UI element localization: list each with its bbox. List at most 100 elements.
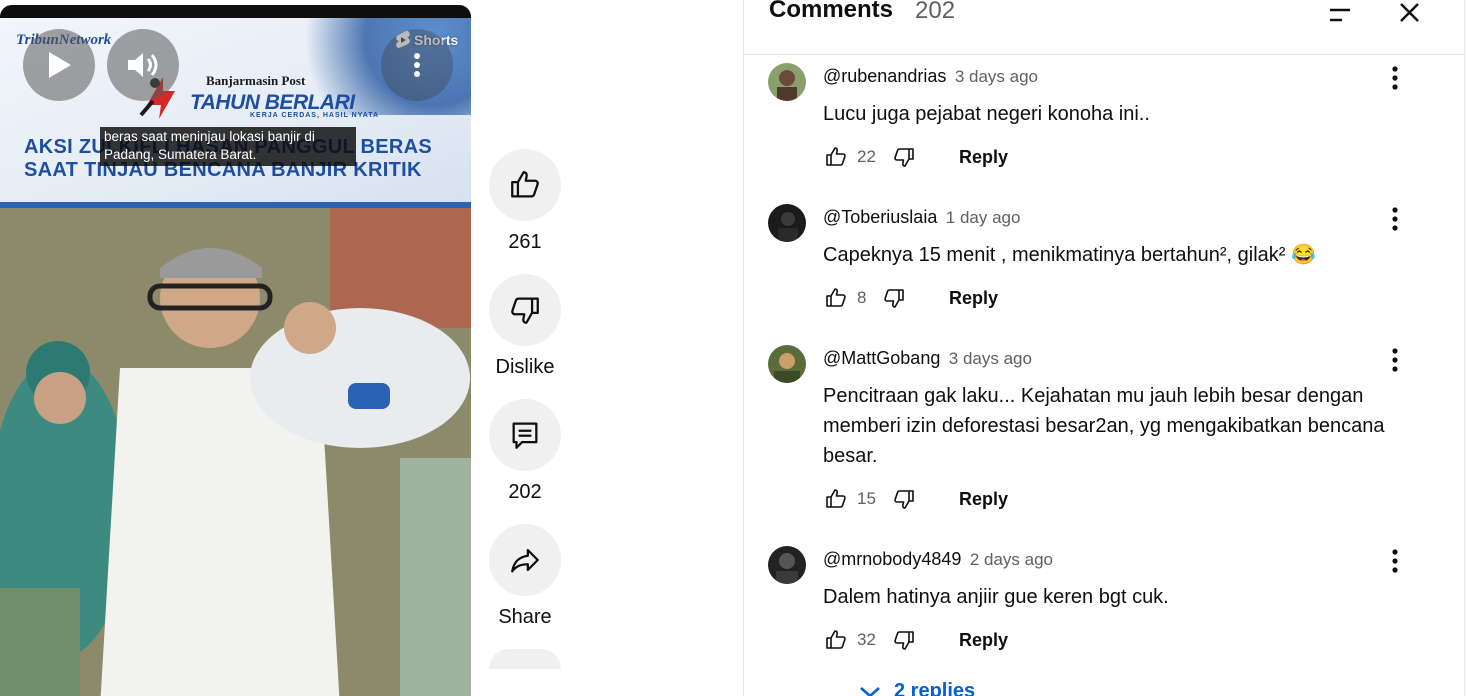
thumb-up-icon	[826, 630, 846, 649]
comment-like-button[interactable]	[823, 486, 849, 512]
avatar[interactable]	[768, 546, 806, 584]
more-vertical-icon	[414, 53, 420, 77]
thumb-up-icon	[826, 489, 846, 508]
comment-menu-button[interactable]	[1380, 546, 1410, 576]
comment-time[interactable]: 3 days ago	[949, 349, 1032, 368]
video-player[interactable]: TribunNetwork Banjarmasin Post TAHUN BER…	[0, 5, 471, 696]
comments-button[interactable]: 202	[489, 399, 561, 504]
comment-menu-button[interactable]	[1380, 204, 1410, 234]
banner-subtag: KERJA CERDAS, HASIL NYATA	[250, 112, 380, 119]
comment-menu-button[interactable]	[1380, 345, 1410, 375]
comment-author[interactable]: @Toberiuslaia	[823, 207, 937, 227]
comment-header: @Toberiuslaia 1 day ago	[823, 207, 1020, 228]
comment-menu-button[interactable]	[1380, 63, 1410, 93]
share-label: Share	[498, 606, 552, 628]
like-circle[interactable]	[489, 149, 561, 221]
view-replies-label: 2 replies	[894, 680, 976, 696]
reply-button[interactable]: Reply	[949, 288, 998, 309]
comment-header: @MattGobang 3 days ago	[823, 348, 1032, 369]
thumb-down-icon	[894, 148, 914, 167]
comment-like-button[interactable]	[823, 144, 849, 170]
comment-text: Capeknya 15 menit , menikmatinya bertahu…	[823, 244, 1316, 266]
comment-dislike-button[interactable]	[891, 486, 917, 512]
comment-time[interactable]: 1 day ago	[946, 208, 1021, 227]
comment-actions: 8 Reply	[823, 284, 998, 312]
thumb-down-icon	[511, 297, 539, 324]
dislike-button[interactable]: Dislike	[489, 274, 561, 379]
avatar-image	[768, 204, 806, 242]
comment-actions: 22 Reply	[823, 143, 1008, 171]
thumb-up-icon	[826, 147, 846, 166]
share-circle[interactable]	[489, 524, 561, 596]
reply-button[interactable]: Reply	[959, 630, 1008, 651]
video-scene-image	[0, 208, 471, 696]
comments-total: 202	[915, 0, 956, 24]
comment-time[interactable]: 2 days ago	[970, 550, 1053, 569]
close-icon	[1400, 3, 1419, 22]
reply-button[interactable]: Reply	[959, 147, 1008, 168]
comment-like-count: 15	[857, 489, 876, 508]
comment-time[interactable]: 3 days ago	[955, 67, 1038, 86]
avatar[interactable]	[768, 63, 806, 101]
comments-header: Comments 202	[744, 0, 1464, 55]
reply-button[interactable]: Reply	[959, 489, 1008, 510]
share-icon	[511, 548, 539, 573]
more-vertical-icon	[1392, 66, 1398, 90]
video-caption: beras saat meninjau lokasi banjir di Pad…	[100, 127, 356, 166]
thumb-down-icon	[884, 289, 904, 308]
avatar-image	[768, 546, 806, 584]
comment-like-count: 8	[857, 288, 867, 307]
comment-actions: 15 Reply	[823, 485, 1008, 513]
comment-like-count: 22	[857, 147, 876, 166]
comment-author[interactable]: @MattGobang	[823, 348, 940, 368]
more-vertical-icon	[1392, 549, 1398, 573]
avatar[interactable]	[768, 204, 806, 242]
remix-circle[interactable]	[489, 649, 561, 669]
comment-icon	[512, 422, 538, 449]
view-replies-button[interactable]: 2 replies	[858, 680, 975, 696]
action-bar: 261 Dislike 202 Share	[489, 149, 561, 689]
comments-count: 202	[508, 481, 542, 503]
comments-panel: Comments 202 @rubenandrias 3 days ago Lu…	[743, 0, 1465, 696]
volume-icon	[128, 53, 158, 77]
like-count: 261	[508, 231, 542, 253]
player-top-bar	[0, 5, 471, 18]
sort-icon	[1330, 8, 1350, 22]
thumb-down-icon	[894, 631, 914, 650]
comments-circle[interactable]	[489, 399, 561, 471]
volume-button[interactable]	[107, 29, 179, 101]
comment-like-button[interactable]	[823, 285, 849, 311]
chevron-down-icon	[860, 686, 880, 696]
dislike-circle[interactable]	[489, 274, 561, 346]
sort-button[interactable]	[1322, 0, 1358, 30]
comment-text: Dalem hatinya anjiir gue keren bgt cuk.	[823, 586, 1169, 608]
paper-logo: Banjarmasin Post	[206, 73, 306, 88]
video-frame	[0, 208, 471, 696]
comment-like-button[interactable]	[823, 627, 849, 653]
avatar-image	[768, 63, 806, 101]
comment-dislike-button[interactable]	[891, 627, 917, 653]
comment-header: @rubenandrias 3 days ago	[823, 66, 1038, 87]
like-button[interactable]: 261	[489, 149, 561, 254]
thumb-up-icon	[511, 171, 539, 198]
comment-text: Pencitraan gak laku... Kejahatan mu jauh…	[823, 385, 1385, 467]
comment-like-count: 32	[857, 630, 876, 649]
comments-title: Comments	[769, 0, 894, 23]
close-button[interactable]	[1392, 0, 1428, 30]
comment-author[interactable]: @rubenandrias	[823, 66, 946, 86]
video-more-button[interactable]	[381, 29, 453, 101]
play-icon	[49, 52, 71, 78]
comment-dislike-button[interactable]	[881, 285, 907, 311]
remix-button[interactable]	[489, 649, 561, 669]
comment-author[interactable]: @mrnobody4849	[823, 549, 961, 569]
comment-dislike-button[interactable]	[891, 144, 917, 170]
comment-text: Lucu juga pejabat negeri konoha ini..	[823, 103, 1150, 125]
more-vertical-icon	[1392, 348, 1398, 372]
share-button[interactable]: Share	[489, 524, 561, 629]
dislike-label: Dislike	[495, 356, 555, 378]
play-button[interactable]	[23, 29, 95, 101]
avatar[interactable]	[768, 345, 806, 383]
avatar-image	[768, 345, 806, 383]
more-vertical-icon	[1392, 207, 1398, 231]
thumb-down-icon	[894, 490, 914, 509]
